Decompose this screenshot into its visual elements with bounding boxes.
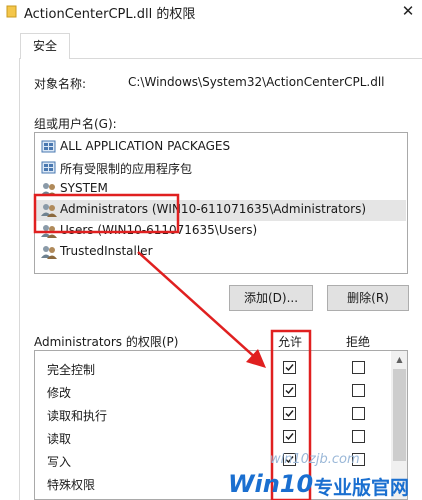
close-icon: ✕: [401, 2, 415, 20]
permission-name: 修改: [47, 386, 72, 400]
folder-icon: [6, 5, 17, 18]
deny-checkbox[interactable]: [352, 407, 365, 420]
group-list-label: 组或用户名(G):: [34, 117, 117, 131]
user-group-icon: [41, 204, 57, 217]
permission-name: 读取和执行: [47, 409, 108, 423]
user-group-icon: [41, 183, 57, 196]
permissions-title: Administrators 的权限(P): [34, 335, 179, 349]
list-item[interactable]: SYSTEM: [36, 179, 406, 200]
close-button[interactable]: ✕: [394, 0, 422, 24]
brand-logo: Win10 专业版官网: [228, 470, 422, 500]
permission-name: 特殊权限: [47, 478, 96, 492]
checkmark-icon: [285, 387, 294, 395]
object-name-value: C:\Windows\System32\ActionCenterCPL.dll: [128, 75, 385, 89]
checkmark-icon: [285, 433, 294, 441]
scroll-thumb[interactable]: [393, 369, 406, 461]
deny-checkbox[interactable]: [352, 430, 365, 443]
list-item-selected[interactable]: Administrators (WIN10-611071635\Administ…: [36, 200, 406, 221]
permission-row: 读取: [35, 426, 391, 449]
allow-checkbox[interactable]: [283, 407, 296, 420]
allow-checkbox[interactable]: [283, 430, 296, 443]
list-item-label: ALL APPLICATION PACKAGES: [60, 139, 231, 153]
list-item[interactable]: TrustedInstaller: [36, 242, 406, 263]
window-title: ActionCenterCPL.dll 的权限: [24, 7, 196, 22]
app-package-icon: [41, 140, 56, 153]
object-name-label: 对象名称:: [34, 77, 87, 91]
list-item[interactable]: ALL APPLICATION PACKAGES: [36, 137, 406, 158]
list-item-label: Users (WIN10-611071635\Users): [60, 223, 258, 237]
tab-strip: 安全: [0, 33, 422, 59]
list-item-label: 所有受限制的应用程序包: [60, 162, 193, 176]
deny-checkbox[interactable]: [352, 384, 365, 397]
permission-name: 读取: [47, 432, 72, 446]
list-item[interactable]: 所有受限制的应用程序包: [36, 158, 406, 179]
brand-cn: 专业版官网: [314, 477, 410, 499]
list-item-label: Administrators (WIN10-611071635\Administ…: [60, 202, 367, 216]
brand-latin: Win10: [228, 470, 314, 498]
app-package-icon: [41, 161, 56, 174]
list-item-label: TrustedInstaller: [60, 244, 153, 258]
list-item-label: SYSTEM: [60, 181, 108, 195]
allow-checkbox[interactable]: [283, 361, 296, 374]
user-group-icon: [41, 246, 57, 259]
allow-checkbox[interactable]: [283, 384, 296, 397]
remove-button[interactable]: 删除(R): [327, 285, 409, 311]
permission-row: 修改: [35, 380, 391, 403]
list-item[interactable]: Users (WIN10-611071635\Users): [36, 221, 406, 242]
checkmark-icon: [285, 364, 294, 372]
add-button[interactable]: 添加(D)...: [229, 285, 313, 311]
scroll-up-arrow-icon[interactable]: ▲: [391, 351, 407, 368]
permission-row: 读取和执行: [35, 403, 391, 426]
allow-column-header: 允许: [278, 335, 303, 349]
user-list[interactable]: ALL APPLICATION PACKAGES 所有受限制的应用程序包 SYS…: [34, 132, 408, 274]
watermark-site: win10zjb.com: [270, 452, 360, 467]
tab-security[interactable]: 安全: [20, 33, 70, 59]
deny-checkbox[interactable]: [352, 361, 365, 374]
deny-column-header: 拒绝: [346, 335, 371, 349]
permission-name: 完全控制: [47, 363, 96, 377]
permission-name: 写入: [47, 455, 72, 469]
permission-row: 完全控制: [35, 357, 391, 380]
user-group-icon: [41, 225, 57, 238]
checkmark-icon: [285, 410, 294, 418]
title-bar: ActionCenterCPL.dll 的权限 ✕: [0, 0, 422, 24]
